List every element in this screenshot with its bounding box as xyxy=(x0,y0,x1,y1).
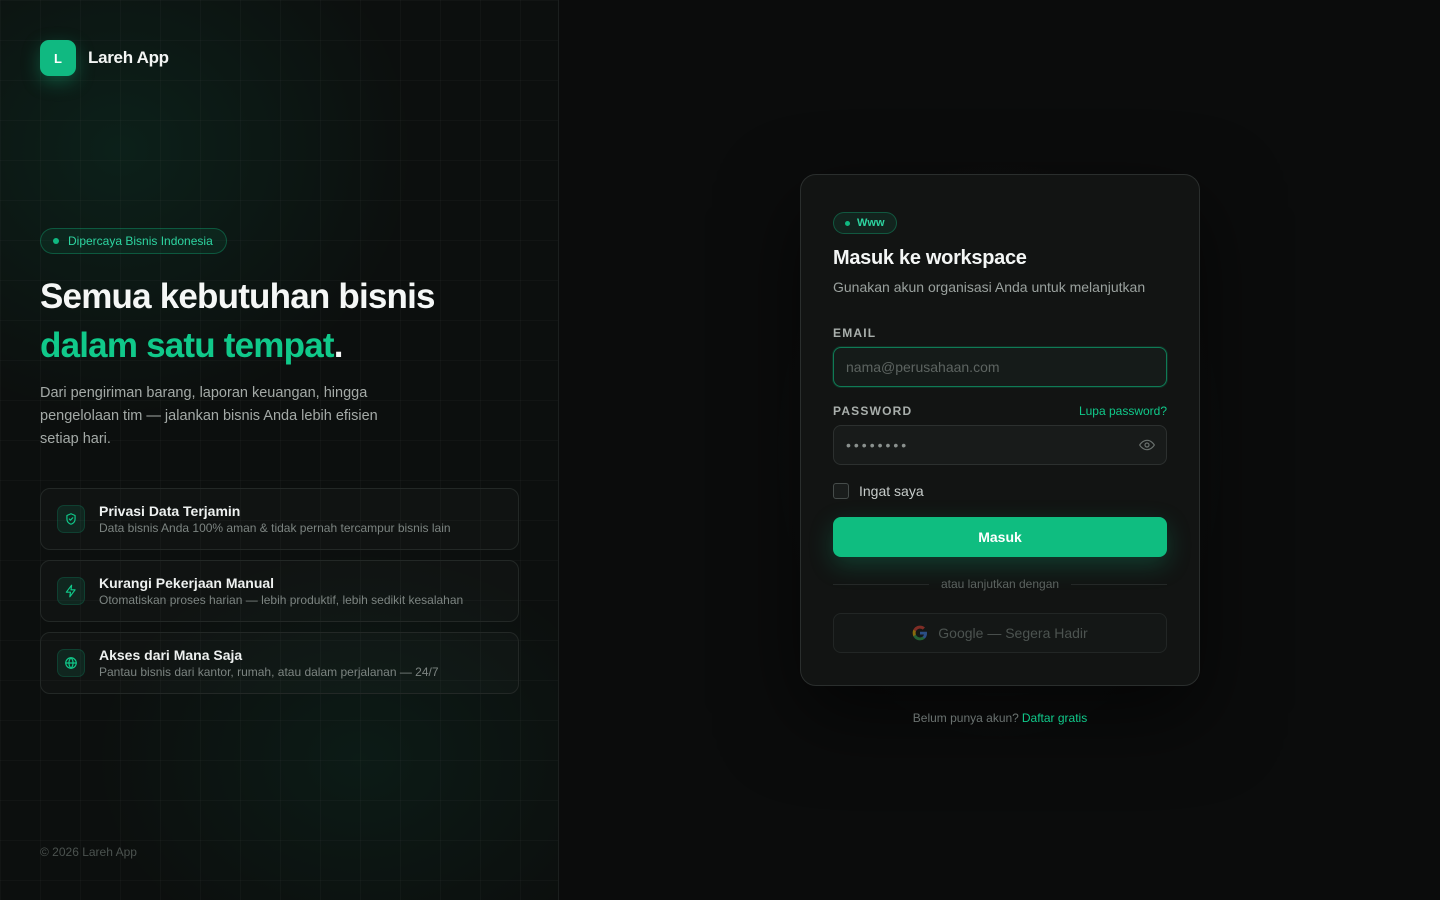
trust-badge: Dipercaya Bisnis Indonesia xyxy=(40,228,227,254)
feature-list: Privasi Data Terjamin Data bisnis Anda 1… xyxy=(40,488,519,704)
signup-prompt: Belum punya akun? Daftar gratis xyxy=(800,711,1200,725)
brand-logo: L xyxy=(40,40,76,76)
feature-card-access: Akses dari Mana Saja Pantau bisnis dari … xyxy=(40,632,519,694)
hero-description: Dari pengiriman barang, laporan keuangan… xyxy=(40,385,378,447)
divider-line xyxy=(833,583,929,585)
eye-icon[interactable] xyxy=(1139,439,1155,451)
feature-card-automation: Kurangi Pekerjaan Manual Otomatiskan pro… xyxy=(40,560,519,622)
signup-link[interactable]: Daftar gratis xyxy=(1022,711,1087,725)
globe-icon xyxy=(57,649,85,677)
remember-checkbox[interactable] xyxy=(833,483,849,499)
feature-title: Akses dari Mana Saja xyxy=(99,647,243,663)
login-subtitle: Gunakan akun organisasi Anda untuk melan… xyxy=(833,279,1146,295)
status-dot-icon xyxy=(53,238,59,244)
status-dot-icon xyxy=(845,220,850,226)
headline-period: . xyxy=(333,326,344,365)
divider-text: atau lanjutkan dengan xyxy=(940,577,1060,591)
google-login-label: Google — Segera Hadir xyxy=(938,625,1088,641)
hero-panel: L Lareh App Dipercaya Bisnis Indonesia S… xyxy=(0,0,559,900)
feature-title: Kurangi Pekerjaan Manual xyxy=(99,575,275,591)
remember-me[interactable]: Ingat saya xyxy=(833,483,924,499)
login-card: Www Masuk ke workspace Gunakan akun orga… xyxy=(800,174,1200,686)
feature-description: Otomatiskan proses harian — lebih produk… xyxy=(99,593,464,607)
headline-line-2: dalam satu tempat xyxy=(40,326,335,365)
email-field[interactable] xyxy=(833,347,1167,387)
signup-text: Belum punya akun? xyxy=(912,711,1019,725)
divider: atau lanjutkan dengan xyxy=(833,577,1168,591)
divider-line xyxy=(1071,583,1168,585)
forgot-password-link[interactable]: Lupa password? xyxy=(1079,404,1167,418)
google-login-button[interactable]: Google — Segera Hadir xyxy=(833,613,1167,653)
feature-description: Data bisnis Anda 100% aman & tidak perna… xyxy=(99,521,451,535)
shield-icon xyxy=(57,505,85,533)
brand-name: Lareh App xyxy=(88,48,169,67)
email-label: EMAIL xyxy=(833,326,877,340)
login-button[interactable]: Masuk xyxy=(833,517,1167,557)
brand: L Lareh App xyxy=(40,40,169,76)
lightning-icon xyxy=(57,577,85,605)
login-title: Masuk ke workspace xyxy=(833,247,1027,269)
google-icon xyxy=(912,625,928,641)
workspace-chip: Www xyxy=(833,212,897,234)
remember-label: Ingat saya xyxy=(859,483,924,499)
copyright: © 2026 Lareh App xyxy=(40,845,137,859)
feature-description: Pantau bisnis dari kantor, rumah, atau d… xyxy=(99,665,439,679)
headline-line-1: Semua kebutuhan bisnis xyxy=(40,277,436,316)
hero-headline: Semua kebutuhan bisnis dalam satu tempat… xyxy=(40,272,436,370)
trust-badge-label: Dipercaya Bisnis Indonesia xyxy=(68,234,213,248)
password-field[interactable] xyxy=(833,425,1167,465)
feature-title: Privasi Data Terjamin xyxy=(99,503,241,519)
feature-card-privacy: Privasi Data Terjamin Data bisnis Anda 1… xyxy=(40,488,519,550)
password-label: PASSWORD xyxy=(833,404,913,418)
workspace-chip-label: Www xyxy=(857,217,885,229)
